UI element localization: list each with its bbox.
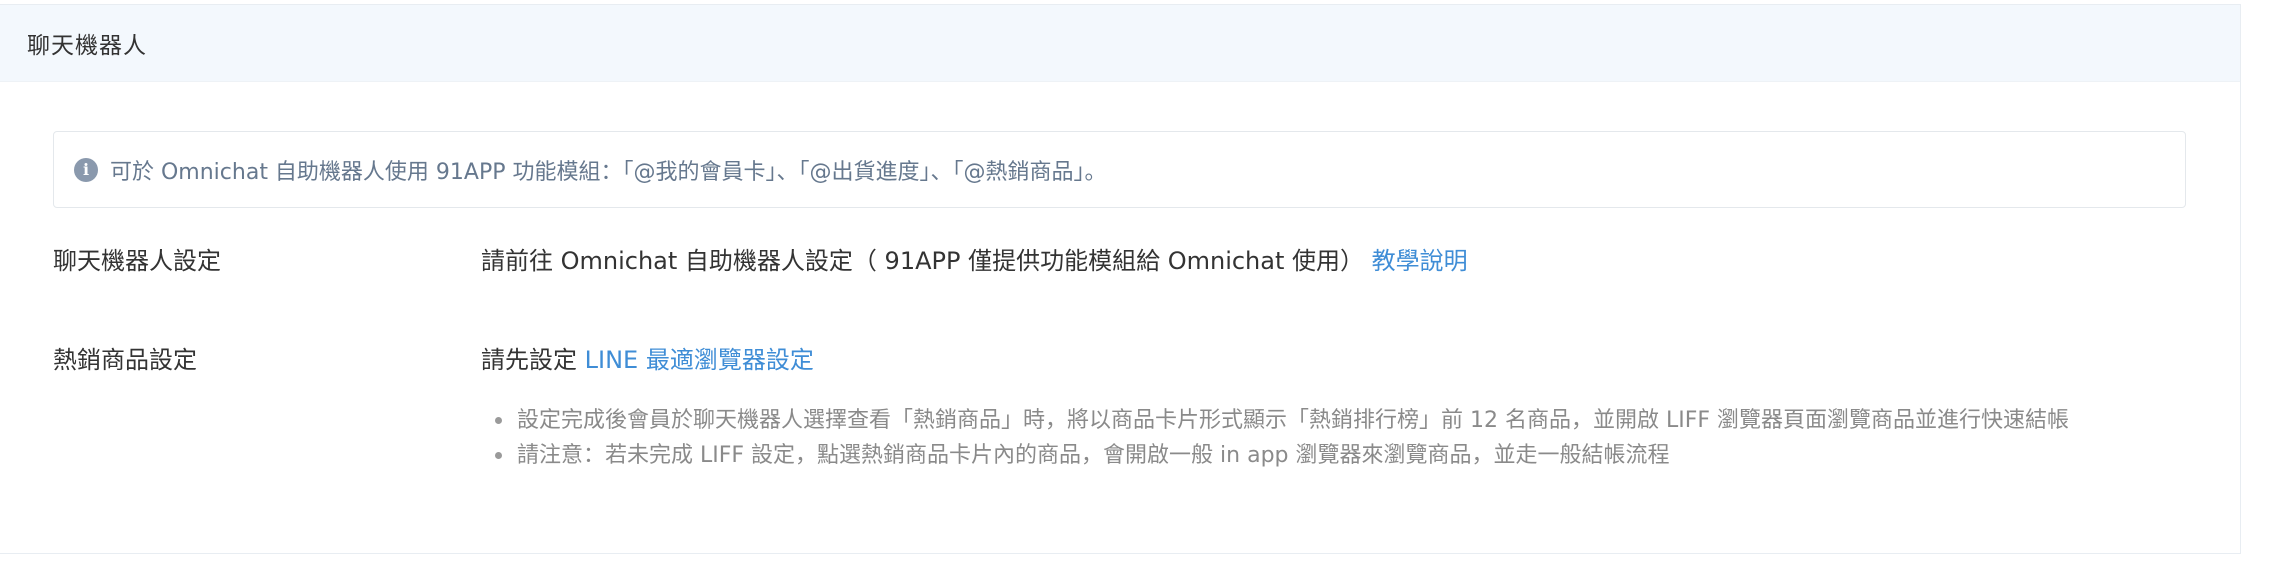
list-item: 請注意：若未完成 LIFF 設定，點選熱銷商品卡片內的商品，會開啟一般 in a…	[493, 438, 2069, 473]
info-circle-icon: i	[74, 157, 98, 182]
list-item: 設定完成後會員於聊天機器人選擇查看「熱銷商品」時，將以商品卡片形式顯示「熱銷排行…	[493, 403, 2069, 438]
hot-products-setting-label: 熱銷商品設定	[53, 346, 197, 374]
info-alert: i 可於 Omnichat 自助機器人使用 91APP 功能模組：「@我的會員卡…	[53, 131, 2186, 208]
info-alert-text: 可於 Omnichat 自助機器人使用 91APP 功能模組：「@我的會員卡」、…	[110, 159, 1107, 185]
note-text: 請注意：若未完成 LIFF 設定，點選熱銷商品卡片內的商品，會開啟一般 in a…	[517, 443, 1670, 468]
hot-products-setting-row: 熱銷商品設定 請先設定 LINE 最適瀏覽器設定	[53, 340, 814, 375]
bullet-icon	[495, 417, 502, 424]
hot-products-setting-content: 請先設定 LINE 最適瀏覽器設定	[481, 340, 814, 375]
chatbot-setting-text: 請前往 Omnichat 自助機器人設定（ 91APP 僅提供功能模組給 Omn…	[481, 247, 1365, 275]
panel-title: 聊天機器人	[27, 33, 147, 59]
line-browser-setting-link[interactable]: LINE 最適瀏覽器設定	[585, 346, 814, 374]
chatbot-setting-content: 請前往 Omnichat 自助機器人設定（ 91APP 僅提供功能模組給 Omn…	[481, 241, 1468, 276]
bullet-icon	[495, 452, 502, 459]
chatbot-panel: 聊天機器人 i 可於 Omnichat 自助機器人使用 91APP 功能模組：「…	[0, 4, 2241, 554]
note-text: 設定完成後會員於聊天機器人選擇查看「熱銷商品」時，將以商品卡片形式顯示「熱銷排行…	[517, 408, 2070, 433]
chatbot-setting-row: 聊天機器人設定 請前往 Omnichat 自助機器人設定（ 91APP 僅提供功…	[53, 241, 1468, 276]
chatbot-setting-label: 聊天機器人設定	[53, 247, 221, 275]
panel-header: 聊天機器人	[0, 5, 2240, 82]
hot-products-notes: 設定完成後會員於聊天機器人選擇查看「熱銷商品」時，將以商品卡片形式顯示「熱銷排行…	[493, 403, 2069, 473]
hot-products-setting-prefix: 請先設定	[481, 346, 577, 374]
tutorial-link[interactable]: 教學說明	[1372, 247, 1468, 275]
